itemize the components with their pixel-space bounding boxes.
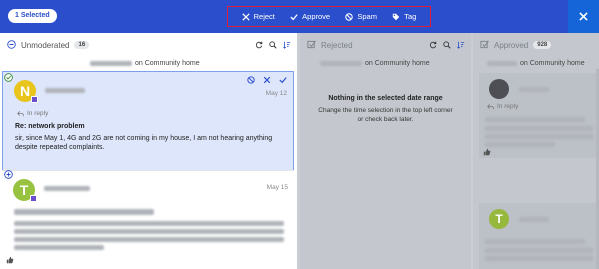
rejected-header: Rejected [300, 33, 471, 57]
column-title: Unmoderated [21, 40, 70, 50]
message-card[interactable]: T May 15 [2, 170, 294, 269]
blurred-username [519, 217, 549, 222]
spam-icon[interactable] [247, 76, 255, 84]
message-date: May 15 [266, 184, 288, 191]
message-card[interactable]: In reply [479, 73, 597, 158]
column-title: Rejected [321, 40, 353, 50]
in-reply-label: In reply [497, 103, 519, 110]
thumbs-up-icon[interactable] [483, 148, 491, 156]
tag-button[interactable]: Tag [392, 12, 416, 21]
blurred-subject [14, 209, 154, 215]
avatar [489, 79, 509, 99]
blurred-username [519, 87, 549, 92]
board-label[interactable]: on Community home [365, 60, 430, 67]
reject-label: Reject [253, 12, 275, 21]
unmoderated-column: Unmoderated 16 on Community home N May 1… [0, 33, 297, 269]
rank-badge-icon [30, 195, 37, 202]
reply-icon [17, 111, 24, 117]
spam-label: Spam [357, 12, 377, 21]
column-count-badge: 16 [74, 41, 90, 49]
bulk-actions-group: Reject Approve Spam Tag [227, 6, 431, 27]
blurred-author [320, 60, 362, 66]
empty-state-title: Nothing in the selected date range [328, 95, 443, 102]
board-line: on Community home [300, 57, 471, 69]
close-button[interactable] [568, 0, 599, 33]
unmoderated-header: Unmoderated 16 [0, 33, 297, 57]
board-line: on Community home [0, 57, 297, 69]
check-icon [290, 13, 298, 20]
blurred-body-line [485, 256, 593, 261]
blurred-author [487, 60, 517, 66]
tag-label: Tag [404, 12, 417, 21]
avatar: T [489, 209, 509, 229]
block-icon [345, 12, 354, 21]
spam-button[interactable]: Spam [345, 12, 377, 21]
column-title: Approved [494, 40, 529, 50]
blurred-body-line [485, 134, 593, 139]
board-label[interactable]: on Community home [135, 60, 200, 67]
blurred-body-line [14, 229, 284, 234]
search-icon[interactable] [269, 41, 277, 49]
x-icon [241, 12, 250, 21]
rank-badge-icon [31, 96, 38, 103]
search-icon[interactable] [443, 41, 451, 49]
approve-button[interactable]: Approve [290, 12, 330, 21]
refresh-icon[interactable] [255, 41, 263, 49]
blurred-subject [485, 117, 585, 122]
empty-state-text: Change the time selection in the top lef… [318, 107, 453, 123]
approved-column: Approved 928 on Community home In reply … [473, 33, 599, 269]
column-count-badge: 928 [533, 41, 552, 49]
blurred-body-line [14, 221, 284, 226]
blurred-username [44, 186, 90, 191]
blurred-body-line [14, 245, 104, 250]
rejected-column: Rejected on Community home Nothing in th… [300, 33, 471, 269]
blurred-username [45, 88, 85, 93]
minus-circle-icon[interactable] [7, 39, 16, 51]
refresh-icon[interactable] [429, 41, 437, 49]
reply-icon [487, 104, 494, 110]
message-card[interactable]: T [479, 203, 597, 269]
board-line: on Community home [473, 57, 599, 69]
blurred-body-line [485, 142, 555, 147]
approved-header: Approved 928 [473, 33, 599, 57]
approve-label: Approve [302, 12, 331, 21]
add-circle-icon[interactable] [4, 170, 13, 179]
blurred-body-line [485, 126, 593, 131]
selected-count-badge[interactable]: 1 Selected [8, 9, 57, 23]
moderation-icon [307, 40, 316, 51]
tag-icon [393, 13, 400, 20]
blurred-author [90, 60, 132, 66]
blurred-body-line [485, 248, 593, 253]
blurred-subject [485, 239, 585, 244]
in-reply-indicator: In reply [17, 110, 48, 117]
in-reply-label: In reply [27, 110, 49, 117]
thumbs-up-icon[interactable] [6, 256, 14, 264]
close-icon [579, 12, 588, 21]
bulk-action-bar: 1 Selected Reject Approve Spam Tag [0, 0, 599, 33]
message-subject: Re: network problem [15, 123, 85, 130]
sort-icon[interactable] [457, 41, 465, 49]
message-body: sir, since May 1, 4G and 2G are not comi… [15, 135, 273, 151]
selected-check-circle-icon[interactable] [4, 73, 13, 82]
reject-icon[interactable] [263, 76, 271, 84]
moderation-icon [480, 40, 489, 51]
approve-icon[interactable] [279, 76, 287, 84]
message-date: May 12 [265, 90, 287, 97]
in-reply-indicator: In reply [487, 103, 518, 110]
sort-icon[interactable] [283, 41, 291, 49]
board-label[interactable]: on Community home [520, 60, 585, 67]
blurred-body-line [14, 237, 284, 242]
reject-button[interactable]: Reject [241, 12, 275, 21]
